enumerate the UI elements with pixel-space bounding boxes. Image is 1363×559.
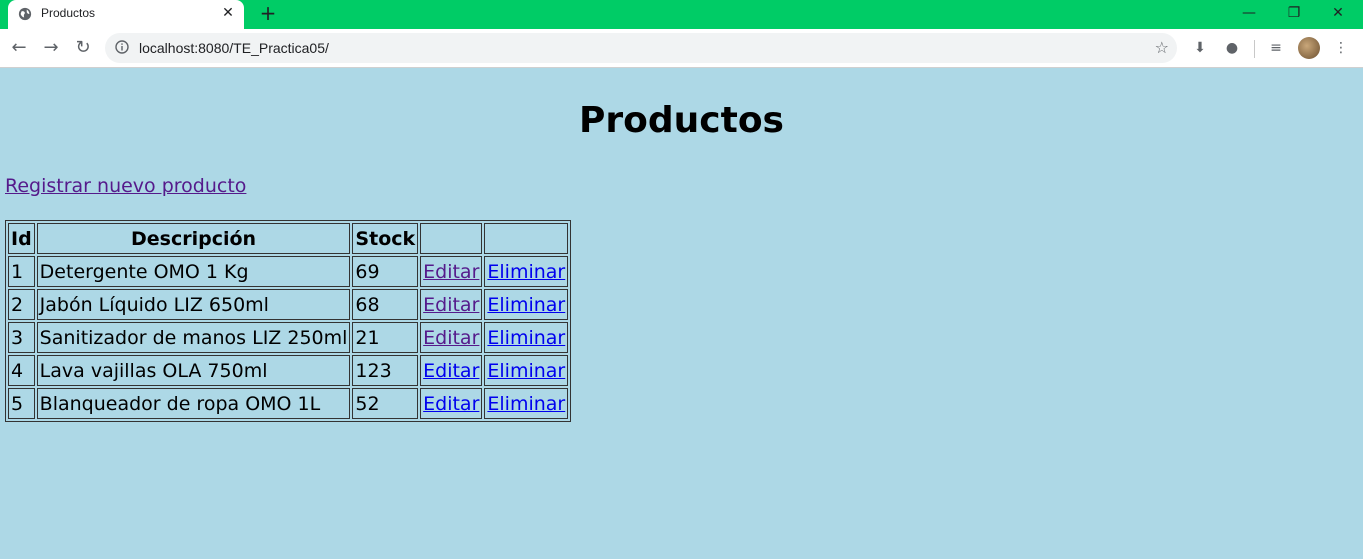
cell-stock: 69 bbox=[352, 256, 419, 287]
media-playlist-icon[interactable]: ≡ bbox=[1266, 38, 1286, 58]
edit-link[interactable]: Editar bbox=[423, 261, 479, 283]
address-bar[interactable]: localhost:8080/TE_Practica05/ ☆ bbox=[105, 33, 1177, 63]
page-content: Productos Registrar nuevo producto Id De… bbox=[0, 68, 1363, 559]
download-icon[interactable]: ⬇ bbox=[1190, 38, 1210, 58]
cell-delete: Eliminar bbox=[484, 355, 569, 386]
cell-id: 2 bbox=[8, 289, 35, 320]
cell-id: 3 bbox=[8, 322, 35, 353]
tab-title: Productos bbox=[41, 6, 96, 20]
url-text[interactable]: localhost:8080/TE_Practica05/ bbox=[139, 40, 329, 56]
browser-tab[interactable]: Productos ✕ bbox=[8, 0, 244, 29]
column-header-stock: Stock bbox=[352, 223, 419, 254]
cell-id: 1 bbox=[8, 256, 35, 287]
edit-link[interactable]: Editar bbox=[423, 327, 479, 349]
cell-description: Sanitizador de manos LIZ 250ml bbox=[36, 322, 351, 353]
cell-edit: Editar bbox=[420, 355, 483, 386]
back-arrow-icon[interactable]: ← bbox=[8, 37, 30, 59]
cell-edit: Editar bbox=[420, 388, 483, 419]
forward-arrow-icon[interactable]: → bbox=[40, 37, 62, 59]
cell-description: Detergente OMO 1 Kg bbox=[36, 256, 351, 287]
restore-icon[interactable]: ❐ bbox=[1272, 0, 1316, 29]
column-header-delete bbox=[484, 223, 569, 254]
table-row: 3 Sanitizador de manos LIZ 250ml 21 Edit… bbox=[8, 322, 569, 353]
cell-delete: Eliminar bbox=[484, 322, 569, 353]
cell-description: Lava vajillas OLA 750ml bbox=[36, 355, 351, 386]
cell-stock: 123 bbox=[352, 355, 419, 386]
column-header-id: Id bbox=[8, 223, 35, 254]
table-header-row: Id Descripción Stock bbox=[8, 223, 569, 254]
toolbar-separator bbox=[1254, 40, 1255, 58]
delete-link[interactable]: Eliminar bbox=[487, 327, 565, 349]
cell-edit: Editar bbox=[420, 289, 483, 320]
cell-stock: 68 bbox=[352, 289, 419, 320]
page-title: Productos bbox=[579, 100, 784, 141]
browser-tabstrip: Productos ✕ + — ❐ ✕ bbox=[0, 0, 1363, 29]
cell-delete: Eliminar bbox=[484, 289, 569, 320]
profile-avatar[interactable] bbox=[1298, 37, 1320, 59]
delete-link[interactable]: Eliminar bbox=[487, 261, 565, 283]
close-tab-icon[interactable]: ✕ bbox=[220, 5, 236, 21]
cell-id: 4 bbox=[8, 355, 35, 386]
edit-link[interactable]: Editar bbox=[423, 393, 479, 415]
register-new-product-link[interactable]: Registrar nuevo producto bbox=[5, 175, 246, 197]
delete-link[interactable]: Eliminar bbox=[487, 360, 565, 382]
close-window-icon[interactable]: ✕ bbox=[1316, 0, 1360, 29]
browser-toolbar: ← → ↻ localhost:8080/TE_Practica05/ ☆ ⬇ … bbox=[0, 29, 1363, 68]
cell-edit: Editar bbox=[420, 256, 483, 287]
column-header-description: Descripción bbox=[36, 223, 351, 254]
products-table: Id Descripción Stock 1 Detergente OMO 1 … bbox=[5, 220, 572, 422]
new-tab-icon[interactable]: + bbox=[258, 3, 278, 23]
column-header-edit bbox=[420, 223, 483, 254]
extension-icon[interactable]: ● bbox=[1222, 38, 1242, 58]
cell-stock: 52 bbox=[352, 388, 419, 419]
edit-link[interactable]: Editar bbox=[423, 360, 479, 382]
table-row: 2 Jabón Líquido LIZ 650ml 68 Editar Elim… bbox=[8, 289, 569, 320]
table-row: 5 Blanqueador de ropa OMO 1L 52 Editar E… bbox=[8, 388, 569, 419]
cell-edit: Editar bbox=[420, 322, 483, 353]
table-row: 1 Detergente OMO 1 Kg 69 Editar Eliminar bbox=[8, 256, 569, 287]
bookmark-star-icon[interactable]: ☆ bbox=[1155, 38, 1169, 57]
delete-link[interactable]: Eliminar bbox=[487, 393, 565, 415]
cell-id: 5 bbox=[8, 388, 35, 419]
cell-description: Jabón Líquido LIZ 650ml bbox=[36, 289, 351, 320]
minimize-icon[interactable]: — bbox=[1227, 0, 1271, 29]
globe-icon bbox=[18, 7, 32, 21]
delete-link[interactable]: Eliminar bbox=[487, 294, 565, 316]
table-row: 4 Lava vajillas OLA 750ml 123 Editar Eli… bbox=[8, 355, 569, 386]
cell-delete: Eliminar bbox=[484, 388, 569, 419]
cell-delete: Eliminar bbox=[484, 256, 569, 287]
menu-kebab-icon[interactable]: ⋮ bbox=[1331, 38, 1351, 58]
cell-stock: 21 bbox=[352, 322, 419, 353]
reload-icon[interactable]: ↻ bbox=[72, 37, 94, 59]
cell-description: Blanqueador de ropa OMO 1L bbox=[36, 388, 351, 419]
info-icon[interactable] bbox=[115, 40, 129, 54]
edit-link[interactable]: Editar bbox=[423, 294, 479, 316]
